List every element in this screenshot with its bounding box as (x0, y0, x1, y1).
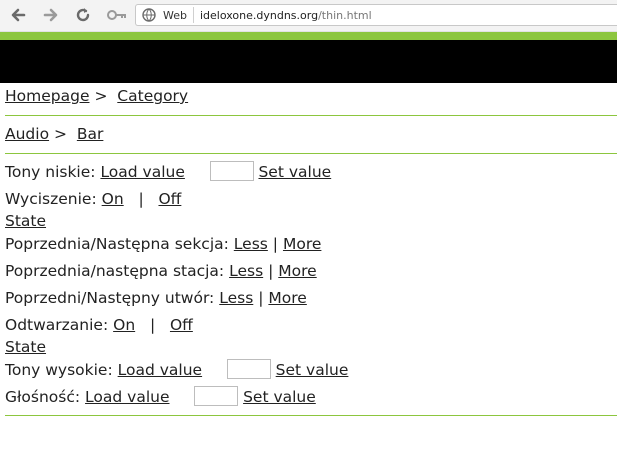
bass-load-value-link[interactable]: Load value (100, 163, 184, 181)
play-state-row: State (5, 337, 46, 357)
breadcrumb-separator: > (54, 125, 67, 143)
divider (5, 115, 617, 116)
track-separator: | (258, 289, 264, 307)
play-separator: | (149, 316, 156, 334)
url-path: /thin.html (318, 9, 372, 22)
station-label: Poprzednia/następna stacja: (5, 262, 225, 280)
play-off-link[interactable]: Off (170, 316, 193, 334)
section-label: Poprzednia/Następna sekcja: (5, 235, 229, 253)
divider (5, 153, 617, 154)
volume-label: Głośność: (5, 388, 81, 406)
url-host: ideloxone.dyndns.org (200, 9, 319, 22)
address-bar[interactable]: Web ideloxone.dyndns.org/thin.html (135, 4, 617, 26)
volume-load-value-link[interactable]: Load value (85, 388, 169, 406)
control-play: Odtwarzanie: On | Off (5, 315, 193, 335)
mute-off-link[interactable]: Off (158, 190, 181, 208)
track-label: Poprzedni/Następny utwór: (5, 289, 215, 307)
breadcrumb-separator: > (94, 87, 108, 105)
treble-set-value-link[interactable]: Set value (276, 361, 349, 379)
track-more-link[interactable]: More (268, 289, 306, 307)
site-info-label[interactable]: Web (163, 9, 187, 22)
station-separator: | (268, 262, 274, 280)
track-less-link[interactable]: Less (219, 289, 253, 307)
address-divider (193, 7, 194, 23)
play-on-link[interactable]: On (113, 316, 135, 334)
back-arrow-icon[interactable] (9, 6, 27, 24)
station-more-link[interactable]: More (278, 262, 316, 280)
control-mute: Wyciszenie: On | Off (5, 189, 181, 209)
play-state-link[interactable]: State (5, 338, 46, 356)
section-separator: | (272, 235, 279, 253)
section-less-link[interactable]: Less (234, 235, 268, 253)
accent-strip (0, 32, 617, 40)
breadcrumb-category-link[interactable]: Category (117, 87, 188, 105)
bass-set-value-link[interactable]: Set value (258, 163, 331, 181)
breadcrumb-audio-link[interactable]: Audio (5, 125, 49, 143)
divider (5, 415, 617, 416)
control-section: Poprzednia/Następna sekcja: Less | More (5, 234, 321, 254)
reload-icon[interactable] (74, 6, 92, 24)
mute-state-link[interactable]: State (5, 212, 46, 230)
station-less-link[interactable]: Less (229, 262, 263, 280)
treble-load-value-link[interactable]: Load value (118, 361, 202, 379)
treble-value-input[interactable] (226, 359, 271, 379)
breadcrumb-secondary: Audio > Bar (5, 124, 103, 144)
mute-state-row: State (5, 211, 46, 231)
play-label: Odtwarzanie: (5, 316, 109, 334)
browser-toolbar: Web ideloxone.dyndns.org/thin.html (0, 0, 617, 32)
forward-arrow-icon[interactable] (42, 6, 60, 24)
section-more-link[interactable]: More (283, 235, 321, 253)
url-text[interactable]: ideloxone.dyndns.org/thin.html (200, 9, 372, 22)
control-volume: Głośność: Load value Set value (5, 386, 316, 407)
breadcrumb-homepage-link[interactable]: Homepage (5, 87, 90, 105)
control-station: Poprzednia/następna stacja: Less | More (5, 261, 317, 281)
control-bass: Tony niskie: Load value Set value (5, 161, 331, 182)
treble-label: Tony wysokie: (5, 361, 113, 379)
bass-value-input[interactable] (209, 161, 254, 181)
mute-separator: | (138, 190, 144, 208)
bass-label: Tony niskie: (5, 163, 96, 181)
globe-icon (142, 8, 156, 22)
breadcrumb-bar-link[interactable]: Bar (77, 125, 104, 143)
page-header (0, 40, 617, 83)
control-treble: Tony wysokie: Load value Set value (5, 359, 349, 380)
volume-value-input[interactable] (194, 386, 239, 406)
mute-label: Wyciszenie: (5, 190, 97, 208)
breadcrumb-primary: Homepage > Category (5, 86, 188, 106)
key-icon[interactable] (106, 6, 128, 24)
control-track: Poprzedni/Następny utwór: Less | More (5, 288, 307, 308)
mute-on-link[interactable]: On (102, 190, 124, 208)
volume-set-value-link[interactable]: Set value (243, 388, 316, 406)
